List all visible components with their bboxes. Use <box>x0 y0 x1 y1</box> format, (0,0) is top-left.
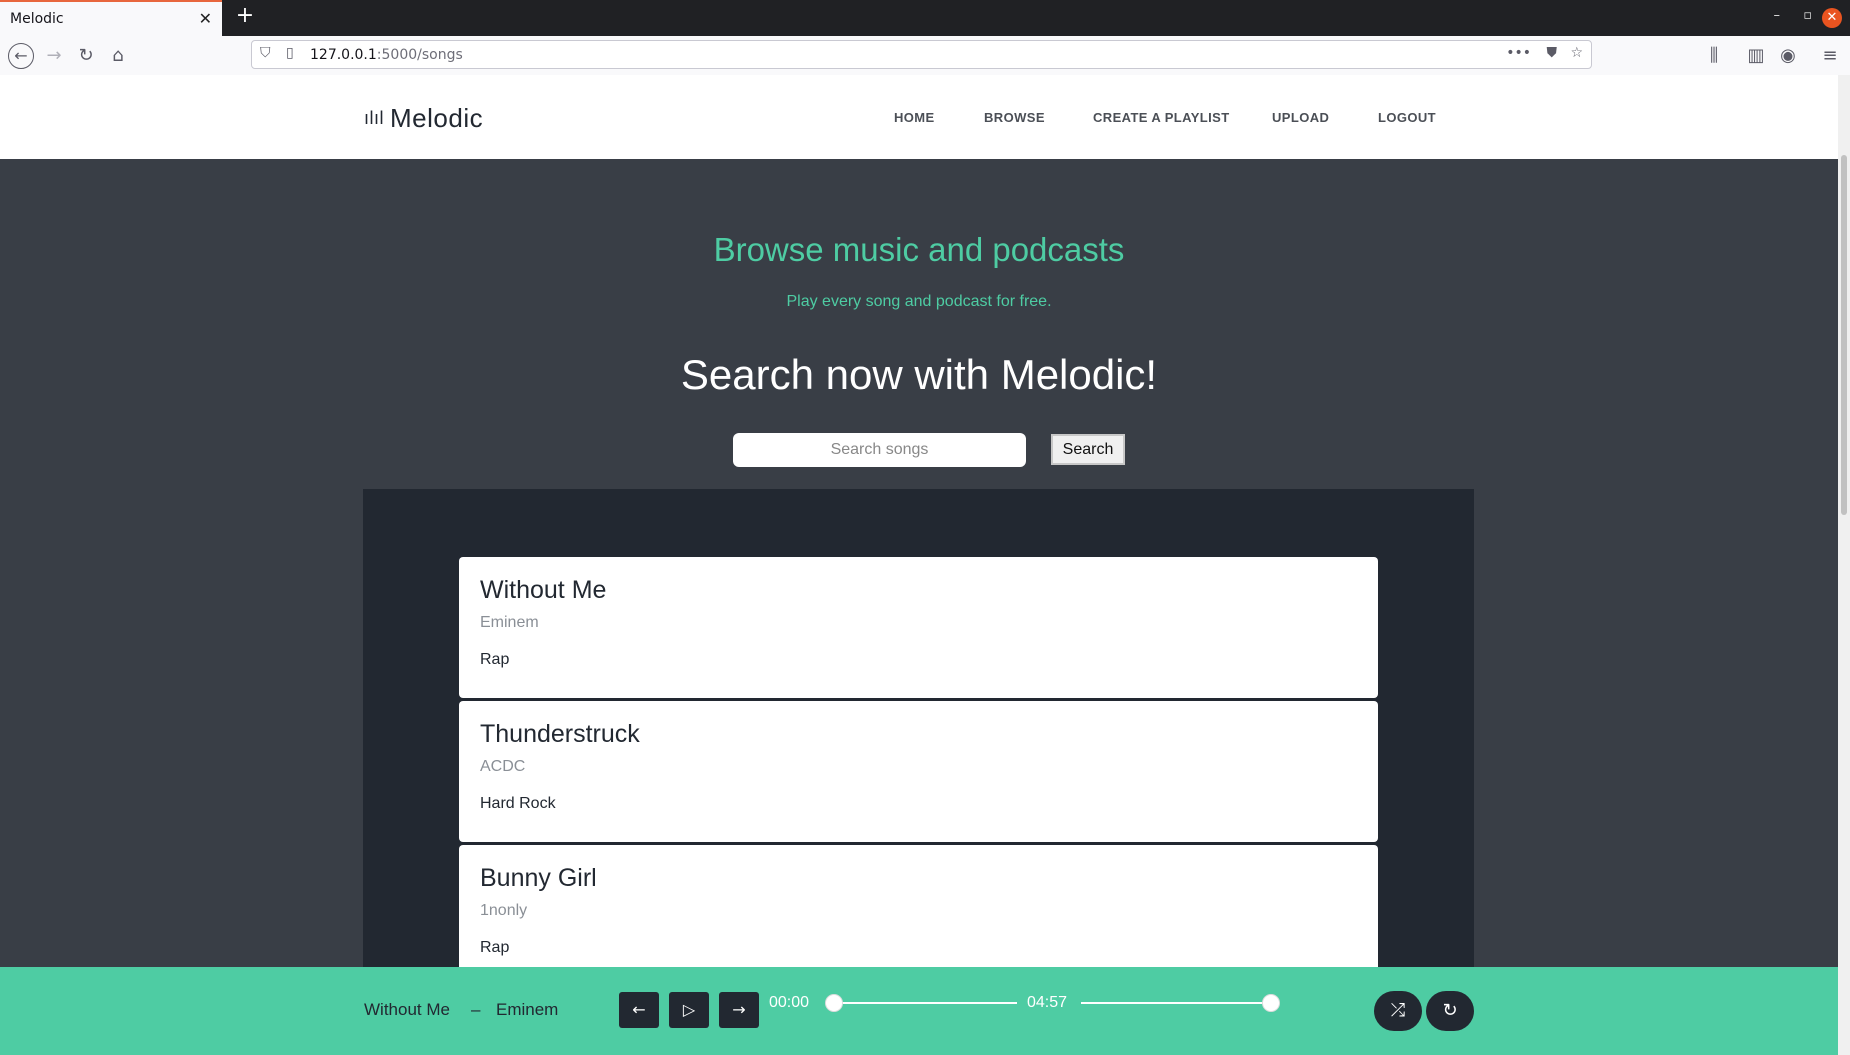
page-icon: ▯ <box>286 45 294 61</box>
url-bar[interactable]: ⛉ ▯ 127.0.0.1:5000/songs ••• ⛊ ☆ <box>251 40 1592 69</box>
song-genre: Rap <box>480 939 510 956</box>
soundwave-icon: ılıl <box>364 108 384 128</box>
site-logo[interactable]: ılıl Melodic <box>364 103 483 134</box>
minimize-icon[interactable]: – <box>1774 8 1781 23</box>
back-icon[interactable]: ← <box>8 43 34 69</box>
url-host: 127.0.0.1 <box>310 47 377 63</box>
repeat-icon[interactable]: ↻ <box>1426 991 1474 1031</box>
nav-home[interactable]: HOME <box>894 110 935 125</box>
maximize-icon[interactable]: ▫ <box>1803 8 1812 23</box>
logo-text: Melodic <box>390 103 484 133</box>
song-artist: 1nonly <box>480 902 528 919</box>
volume-slider[interactable] <box>1081 1002 1271 1004</box>
tab-title: Melodic <box>10 11 64 27</box>
more-icon[interactable]: ••• <box>1506 45 1531 61</box>
page: ılıl Melodic HOME BROWSE CREATE A PLAYLIS… <box>0 75 1838 1055</box>
play-icon[interactable]: ▷ <box>669 992 709 1028</box>
search-heading: Search now with Melodic! <box>680 351 1158 398</box>
song-title: Without Me <box>480 576 607 604</box>
browser-chrome: Melodic ✕ + – ▫ ✕ ← → ↻ ⌂ ⫼ ▥ ◉ ≡ ⛉ ▯ 12… <box>0 0 1850 75</box>
tab-bar: Melodic ✕ + – ▫ ✕ <box>0 0 1850 36</box>
scrollbar-thumb[interactable] <box>1841 155 1847 515</box>
nav-logout[interactable]: LOGOUT <box>1378 110 1436 125</box>
nav-create-playlist[interactable]: CREATE A PLAYLIST <box>1093 110 1230 125</box>
song-title: Bunny Girl <box>480 864 597 892</box>
now-playing-artist: Eminem <box>496 1000 559 1019</box>
menu-icon[interactable]: ≡ <box>1818 44 1842 68</box>
search-button[interactable]: Search <box>1051 434 1125 465</box>
music-player: Without Me – Eminem ← ▷ → 00:00 04:57 ⤮ … <box>0 967 1838 1055</box>
now-playing-separator: – <box>471 1000 481 1019</box>
volume-handle[interactable] <box>1262 994 1280 1012</box>
song-card[interactable]: Bunny Girl 1nonly Rap <box>459 845 1378 986</box>
page-scrollbar[interactable] <box>1838 75 1850 1055</box>
home-icon[interactable]: ⌂ <box>106 44 130 68</box>
reload-icon[interactable]: ↻ <box>74 44 98 68</box>
nav-browse[interactable]: BROWSE <box>984 110 1045 125</box>
song-card[interactable]: Without Me Eminem Rap <box>459 557 1378 698</box>
current-time: 00:00 <box>769 994 810 1011</box>
song-title: Thunderstruck <box>480 720 640 748</box>
bookmark-star-icon[interactable]: ☆ <box>1570 45 1583 61</box>
site-header: ılıl Melodic HOME BROWSE CREATE A PLAYLIS… <box>0 75 1838 159</box>
hero-title: Browse music and podcasts <box>713 231 1125 268</box>
new-tab-icon[interactable]: + <box>232 4 258 30</box>
search-input[interactable] <box>733 433 1026 467</box>
window-close-icon[interactable]: ✕ <box>1822 8 1842 28</box>
nav-upload[interactable]: UPLOAD <box>1272 110 1329 125</box>
duration: 04:57 <box>1027 994 1068 1011</box>
sidebar-icon[interactable]: ▥ <box>1744 44 1768 68</box>
song-genre: Hard Rock <box>480 795 556 812</box>
library-icon[interactable]: ⫼ <box>1702 44 1726 68</box>
progress-handle[interactable] <box>825 994 843 1012</box>
progress-slider[interactable] <box>834 1002 1017 1004</box>
song-artist: Eminem <box>480 614 539 631</box>
song-card[interactable]: Thunderstruck ACDC Hard Rock <box>459 701 1378 842</box>
hero-subtitle: Play every song and podcast for free. <box>786 293 1052 310</box>
previous-icon[interactable]: ← <box>619 992 659 1028</box>
forward-icon[interactable]: → <box>42 44 66 68</box>
shield-icon: ⛉ <box>260 45 271 61</box>
song-artist: ACDC <box>480 758 526 775</box>
close-tab-icon[interactable]: ✕ <box>199 9 212 28</box>
shuffle-icon[interactable]: ⤮ <box>1374 991 1422 1031</box>
pocket-icon[interactable]: ⛊ <box>1547 45 1558 61</box>
next-icon[interactable]: → <box>719 992 759 1028</box>
browser-tab[interactable]: Melodic ✕ <box>0 0 222 36</box>
song-genre: Rap <box>480 651 510 668</box>
now-playing-title: Without Me <box>364 1000 450 1019</box>
url-path: :5000/songs <box>376 47 463 63</box>
account-icon[interactable]: ◉ <box>1776 44 1800 68</box>
url-text: 127.0.0.1:5000/songs <box>310 47 463 63</box>
